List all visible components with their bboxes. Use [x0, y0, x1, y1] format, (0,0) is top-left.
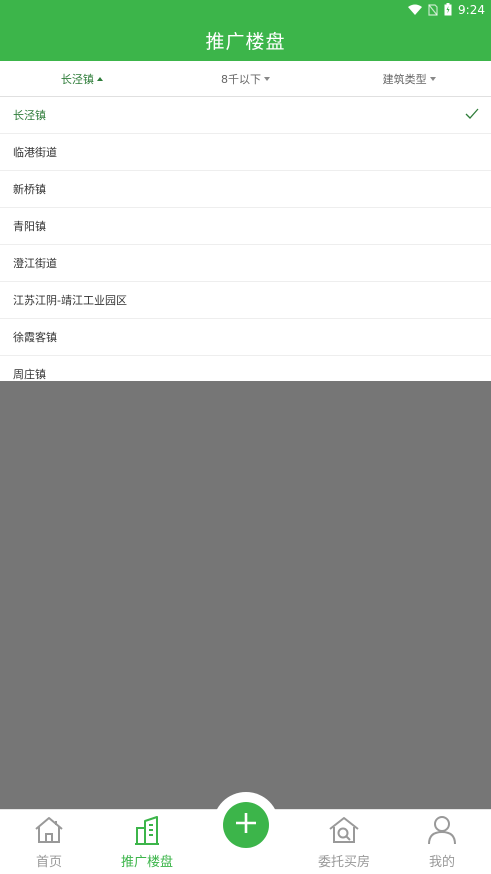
list-item[interactable]: 青阳镇: [0, 208, 491, 245]
tab-commission-buy-label: 委托买房: [317, 855, 370, 870]
dim-overlay[interactable]: [0, 381, 491, 809]
list-item-label: 青阳镇: [13, 220, 46, 233]
list-item[interactable]: 周庄镇: [0, 356, 491, 381]
list-item-label: 澄江街道: [13, 257, 57, 270]
person-icon: [426, 814, 458, 846]
status-time: 9:24: [458, 2, 485, 17]
list-item[interactable]: 新桥镇: [0, 171, 491, 208]
tab-mine[interactable]: 我的: [393, 814, 491, 872]
list-item-label: 江苏江阴-靖江工业园区: [13, 294, 127, 307]
tab-home-label: 首页: [35, 855, 62, 870]
filter-price[interactable]: 8千以下: [164, 61, 328, 96]
list-item[interactable]: 江苏江阴-靖江工业园区: [0, 282, 491, 319]
check-icon: [465, 108, 479, 123]
tab-mine-label: 我的: [428, 855, 455, 870]
status-bar: 9:24: [0, 0, 491, 19]
tab-promoted-properties-label: 推广楼盘: [120, 855, 173, 870]
filter-price-label: 8千以下: [221, 72, 261, 86]
tab-commission-buy[interactable]: 委托买房: [295, 814, 393, 872]
add-button[interactable]: [223, 802, 269, 848]
list-item-label: 徐霞客镇: [13, 331, 57, 344]
caret-up-icon: [96, 76, 103, 81]
no-sim-icon: [428, 3, 438, 16]
filter-area-label: 长泾镇: [60, 72, 94, 86]
list-item[interactable]: 澄江街道: [0, 245, 491, 282]
battery-icon: [444, 3, 452, 16]
caret-down-icon: [264, 76, 270, 81]
tab-home[interactable]: 首页: [0, 814, 98, 872]
list-item-label: 临港街道: [13, 146, 57, 159]
list-item[interactable]: 长泾镇: [0, 97, 491, 134]
filter-area[interactable]: 长泾镇: [0, 61, 164, 96]
app-header: 推广楼盘: [0, 19, 491, 61]
tab-promoted-properties[interactable]: 推广楼盘: [98, 814, 196, 872]
wifi-icon: [408, 4, 423, 15]
status-icons: 9:24: [408, 1, 485, 18]
plus-icon: [235, 812, 257, 838]
list-item[interactable]: 徐霞客镇: [0, 319, 491, 356]
list-item-label: 长泾镇: [13, 109, 46, 122]
list-item-label: 新桥镇: [13, 183, 46, 196]
house-search-icon: [328, 814, 360, 846]
list-item[interactable]: 临港街道: [0, 134, 491, 171]
home-icon: [33, 814, 65, 846]
list-item-label: 周庄镇: [13, 368, 46, 381]
filter-building-type[interactable]: 建筑类型: [327, 61, 491, 96]
caret-down-icon: [429, 76, 436, 81]
filter-bar: 长泾镇 8千以下 建筑类型: [0, 61, 491, 97]
building-icon: [131, 814, 163, 846]
page-title: 推广楼盘: [205, 30, 286, 53]
filter-building-type-label: 建筑类型: [382, 72, 427, 86]
area-dropdown-list: 长泾镇 临港街道 新桥镇 青阳镇 澄江街道 江苏江阴-靖江工业园区 徐霞客镇 周…: [0, 97, 491, 381]
